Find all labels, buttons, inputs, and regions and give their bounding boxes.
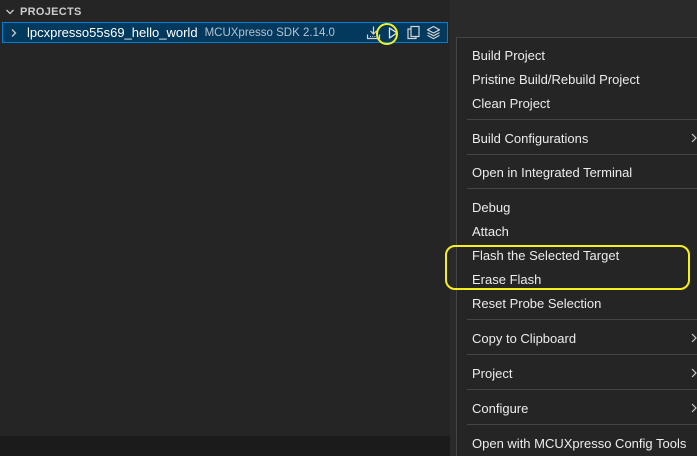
projects-section-header[interactable]: PROJECTS (0, 2, 450, 22)
menu-separator (467, 319, 697, 320)
chevron-right-icon (690, 366, 697, 380)
menu-item-project[interactable]: Project (457, 362, 697, 384)
menu-item-clean-project[interactable]: Clean Project (457, 92, 697, 114)
project-name: lpcxpresso55s69_hello_world (27, 25, 198, 40)
menu-item-build-configurations[interactable]: Build Configurations (457, 127, 697, 149)
section-title: PROJECTS (20, 6, 82, 18)
menu-separator (467, 154, 697, 155)
flash-items-highlight (445, 245, 690, 290)
menu-item-copy-clipboard[interactable]: Copy to Clipboard (457, 327, 697, 349)
menu-item-debug[interactable]: Debug (457, 196, 697, 218)
layers-icon[interactable] (425, 25, 441, 41)
chevron-right-icon (690, 131, 697, 145)
menu-item-build-project[interactable]: Build Project (457, 44, 697, 66)
project-description: MCUXpresso SDK 2.14.0 (204, 26, 335, 39)
menu-item-config-tools[interactable]: Open with MCUXpresso Config Tools (457, 432, 697, 454)
menu-separator (467, 354, 697, 355)
projects-panel (0, 0, 450, 436)
chevron-right-icon (690, 331, 697, 345)
menu-separator (467, 424, 697, 425)
menu-item-pristine-build[interactable]: Pristine Build/Rebuild Project (457, 68, 697, 90)
menu-separator (467, 188, 697, 189)
menu-separator (467, 119, 697, 120)
menu-item-configure[interactable]: Configure (457, 397, 697, 419)
menu-item-open-terminal[interactable]: Open in Integrated Terminal (457, 161, 697, 183)
run-button-highlight (376, 23, 398, 45)
status-strip (0, 436, 450, 456)
chevron-right-icon[interactable] (3, 28, 25, 38)
chevron-right-icon (690, 401, 697, 415)
chevron-down-icon (0, 7, 20, 17)
menu-separator (467, 389, 697, 390)
menu-item-reset-probe[interactable]: Reset Probe Selection (457, 292, 697, 314)
menu-item-attach[interactable]: Attach (457, 220, 697, 242)
copy-icon[interactable] (405, 25, 421, 41)
